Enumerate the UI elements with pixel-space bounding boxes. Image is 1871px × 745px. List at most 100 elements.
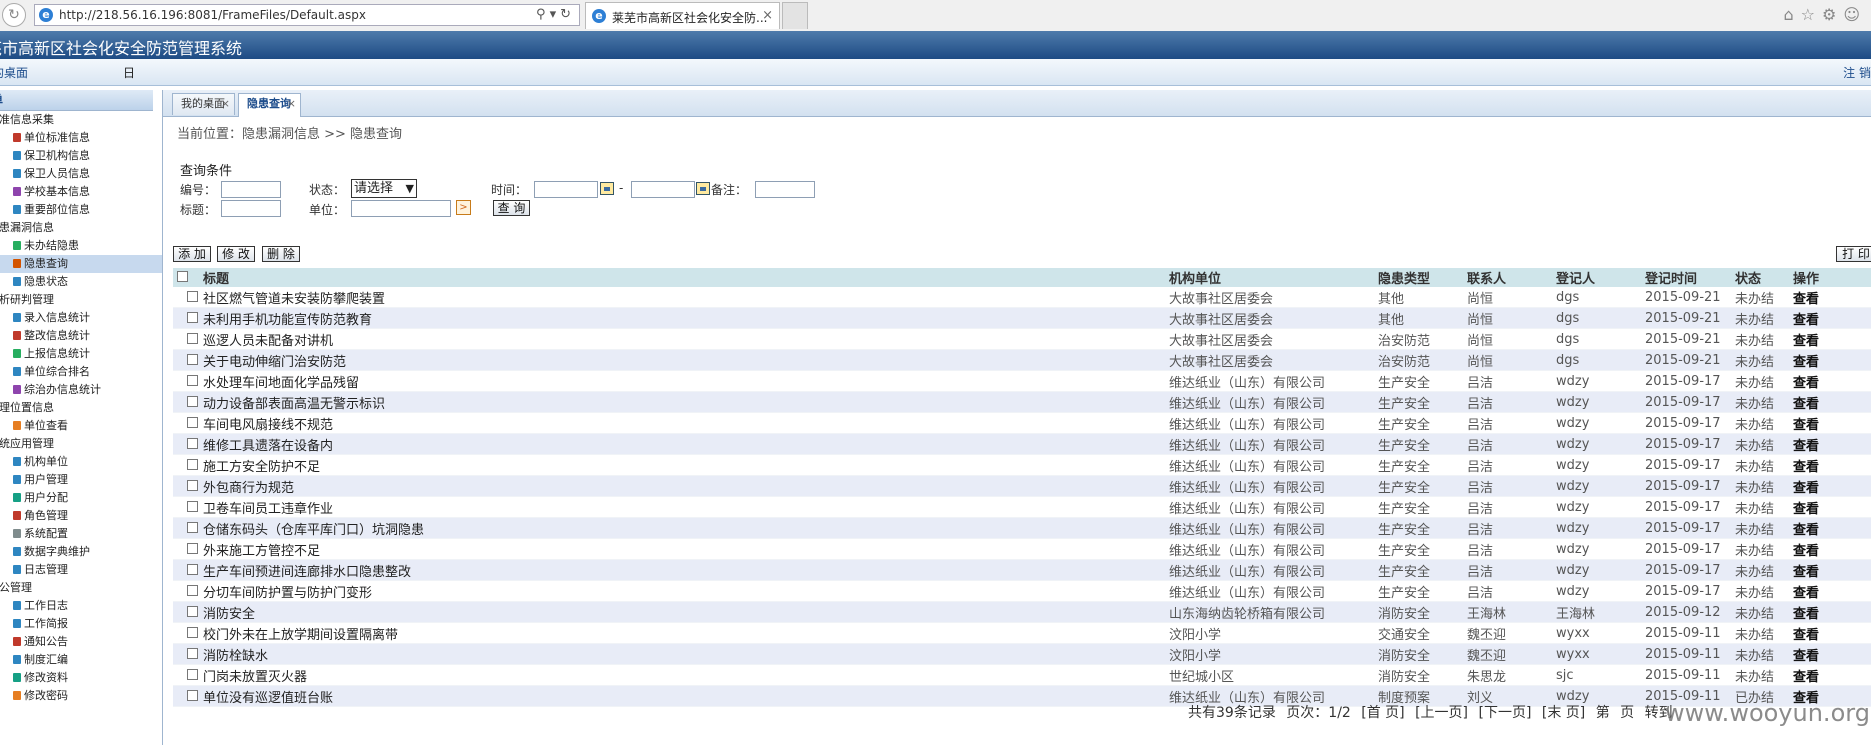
row-checkbox[interactable]	[173, 433, 199, 455]
sidebar-group[interactable]: 分析研判管理	[0, 291, 162, 309]
sidebar-item[interactable]: 整改信息统计	[0, 327, 162, 345]
sidebar-item[interactable]: 通知公告	[0, 633, 162, 651]
view-link[interactable]: 查看	[1789, 370, 1871, 392]
add-button[interactable]: 添 加	[173, 246, 211, 262]
row-checkbox[interactable]	[173, 349, 199, 371]
row-checkbox[interactable]	[173, 664, 199, 686]
sidebar-item[interactable]: 单位标准信息	[0, 129, 162, 147]
row-checkbox[interactable]	[173, 475, 199, 497]
sidebar-item[interactable]: 用户分配	[0, 489, 162, 507]
browser-tab[interactable]: e 莱芜市高新区社会化安全防... ×	[585, 2, 780, 29]
sidebar-group[interactable]: 标准信息采集	[0, 111, 162, 129]
browser-toolbar-icons[interactable]: ⌂☆⚙☺	[1783, 5, 1867, 24]
pager-first[interactable]: [首 页]	[1361, 705, 1404, 721]
sidebar-group[interactable]: 隐患漏洞信息	[0, 219, 162, 237]
table-row[interactable]: 动力设备部表面高温无警示标识 维达纸业（山东）有限公司 生产安全 吕洁 wdzy 2015…	[173, 391, 1871, 413]
edit-button[interactable]: 修 改	[217, 246, 255, 262]
row-checkbox[interactable]	[173, 685, 199, 707]
view-link[interactable]: 查看	[1789, 433, 1871, 455]
table-row[interactable]: 车间电风扇接线不规范 维达纸业（山东）有限公司 生产安全 吕洁 wdzy 2015-09-…	[173, 412, 1871, 434]
delete-button[interactable]: 删 除	[262, 246, 300, 262]
unit-picker-icon[interactable]: >	[456, 200, 471, 215]
sidebar-item[interactable]: 系统配置	[0, 525, 162, 543]
address-url[interactable]: http://218.56.16.196:8081/FrameFiles/Def…	[59, 8, 366, 22]
search-button[interactable]: 查 询	[493, 200, 530, 216]
sidebar-item[interactable]: 隐患查询	[0, 255, 162, 273]
close-icon[interactable]: ×	[762, 8, 773, 23]
row-checkbox[interactable]	[173, 517, 199, 539]
tab-my-desktop[interactable]: 我的桌面 ×	[172, 93, 235, 115]
view-link[interactable]: 查看	[1789, 307, 1871, 329]
desk-link[interactable]: 的桌面	[0, 64, 28, 81]
view-link[interactable]: 查看	[1789, 538, 1871, 560]
row-checkbox[interactable]	[173, 328, 199, 350]
new-tab-button[interactable]	[782, 2, 808, 29]
address-bar[interactable]: e http://218.56.16.196:8081/FrameFiles/D…	[34, 4, 580, 26]
view-link[interactable]: 查看	[1789, 664, 1871, 686]
row-checkbox[interactable]	[173, 622, 199, 644]
row-checkbox[interactable]	[173, 287, 199, 308]
sidebar-item[interactable]: 数据字典维护	[0, 543, 162, 561]
print-button[interactable]: 打 印	[1836, 246, 1871, 262]
sidebar-item[interactable]: 单位综合排名	[0, 363, 162, 381]
sidebar-item[interactable]: 综治办信息统计	[0, 381, 162, 399]
calendar-icon[interactable]	[600, 182, 614, 195]
view-link[interactable]: 查看	[1789, 475, 1871, 497]
end-date-input[interactable]	[631, 181, 695, 198]
sidebar-item[interactable]: 重要部位信息	[0, 201, 162, 219]
table-row[interactable]: 消防安全 山东海纳齿轮桥箱有限公司 消防安全 王海林 王海林 2015-09-12 未办结查…	[173, 601, 1871, 623]
pager-prev[interactable]: [上一页]	[1415, 705, 1468, 721]
remark-input[interactable]	[755, 181, 815, 198]
row-checkbox[interactable]	[173, 370, 199, 392]
start-date-input[interactable]	[534, 181, 598, 198]
sidebar-item[interactable]: 保卫机构信息	[0, 147, 162, 165]
view-link[interactable]: 查看	[1789, 412, 1871, 434]
table-row[interactable]: 消防栓缺水 汶阳小学 消防安全 魏丕迎 wyxx 2015-09-11 未办结 查看	[173, 643, 1871, 665]
address-tools-icon[interactable]: ⚲▾↻	[536, 7, 575, 22]
title-input[interactable]	[221, 200, 281, 217]
sidebar-item[interactable]: 修改资料	[0, 669, 162, 687]
table-row[interactable]: 生产车间预进间连廊排水口隐患整改 维达纸业（山东）有限公司 生产安全 吕洁 wdzy 20…	[173, 559, 1871, 581]
table-row[interactable]: 外包商行为规范 维达纸业（山东）有限公司 生产安全 吕洁 wdzy 2015-09-17 未…	[173, 475, 1871, 497]
view-link[interactable]: 查看	[1789, 601, 1871, 623]
close-icon[interactable]: ×	[287, 94, 296, 114]
row-checkbox[interactable]	[173, 496, 199, 518]
back-forward-icon[interactable]: ↻	[2, 3, 26, 27]
view-link[interactable]: 查看	[1789, 454, 1871, 476]
row-checkbox[interactable]	[173, 391, 199, 413]
sidebar-item[interactable]: 用户管理	[0, 471, 162, 489]
table-row[interactable]: 未利用手机功能宣传防范教育 大故事社区居委会 其他 尚恒 dgs 2015-09-21 未办…	[173, 307, 1871, 329]
sidebar-item[interactable]: 单位查看	[0, 417, 162, 435]
row-checkbox[interactable]	[173, 538, 199, 560]
sidebar-item[interactable]: 角色管理	[0, 507, 162, 525]
table-row[interactable]: 分切车间防护置与防护门变形 维达纸业（山东）有限公司 生产安全 吕洁 wdzy 2015-…	[173, 580, 1871, 602]
view-link[interactable]: 查看	[1789, 643, 1871, 665]
close-icon[interactable]: ×	[221, 94, 230, 114]
sidebar-group[interactable]: 地理位置信息	[0, 399, 162, 417]
table-row[interactable]: 外来施工方管控不足 维达纸业（山东）有限公司 生产安全 吕洁 wdzy 2015-09-1…	[173, 538, 1871, 560]
row-checkbox[interactable]	[173, 307, 199, 329]
table-row[interactable]: 卫卷车间员工违章作业 维达纸业（山东）有限公司 生产安全 吕洁 wdzy 2015-09-…	[173, 496, 1871, 518]
sidebar-item[interactable]: 制度汇编	[0, 651, 162, 669]
sidebar-item[interactable]: 修改密码	[0, 687, 162, 705]
view-link[interactable]: 查看	[1789, 559, 1871, 581]
view-link[interactable]: 查看	[1789, 328, 1871, 350]
sidebar-group[interactable]: 办公管理	[0, 579, 162, 597]
row-checkbox[interactable]	[173, 643, 199, 665]
table-row[interactable]: 维修工具遗落在设备内 维达纸业（山东）有限公司 生产安全 吕洁 wdzy 2015-09-…	[173, 433, 1871, 455]
table-row[interactable]: 施工方安全防护不足 维达纸业（山东）有限公司 生产安全 吕洁 wdzy 2015-09-1…	[173, 454, 1871, 476]
view-link[interactable]: 查看	[1789, 622, 1871, 644]
unit-input[interactable]	[351, 200, 451, 217]
row-checkbox[interactable]	[173, 454, 199, 476]
sidebar-item[interactable]: 工作日志	[0, 597, 162, 615]
table-row[interactable]: 关于电动伸缩门治安防范 大故事社区居委会 治安防范 尚恒 dgs 2015-09-21 未办…	[173, 349, 1871, 371]
row-checkbox[interactable]	[173, 559, 199, 581]
row-checkbox[interactable]	[173, 412, 199, 434]
calendar-icon[interactable]	[696, 182, 710, 195]
table-row[interactable]: 校门外未在上放学期间设置隔离带 汶阳小学 交通安全 魏丕迎 wyxx 2015-09-11…	[173, 622, 1871, 644]
logout-link[interactable]: 注 销	[1843, 64, 1871, 81]
id-input[interactable]	[221, 181, 281, 198]
table-row[interactable]: 巡逻人员未配备对讲机 大故事社区居委会 治安防范 尚恒 dgs 2015-09-21 未办结…	[173, 328, 1871, 350]
table-row[interactable]: 门岗未放置灭火器 世纪城小区 消防安全 朱思龙 sjc 2015-09-11 未办结 查看	[173, 664, 1871, 686]
sidebar-group[interactable]: 系统应用管理	[0, 435, 162, 453]
